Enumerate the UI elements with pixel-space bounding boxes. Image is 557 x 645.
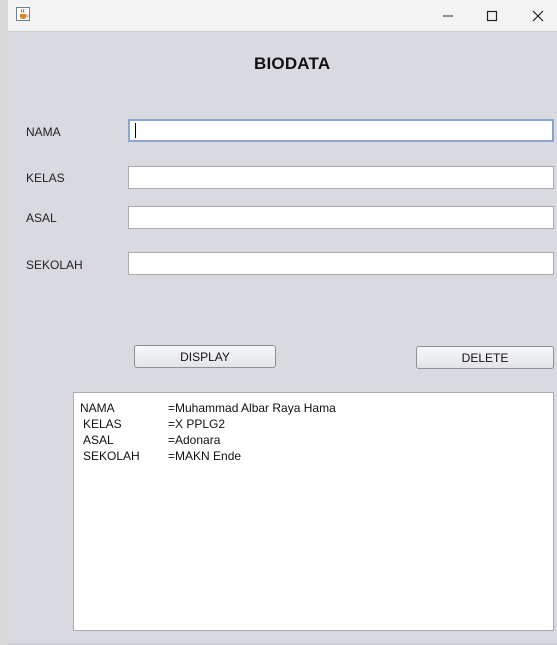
close-icon (532, 10, 544, 21)
output-value-asal: =Adonara (168, 433, 221, 447)
display-button[interactable]: DISPLAY (134, 345, 276, 368)
form-title: BIODATA (254, 54, 331, 73)
minimize-button[interactable] (425, 0, 471, 31)
output-text-area[interactable]: NAMA =Muhammad Albar Raya Hama KELAS =X … (73, 392, 554, 631)
nama-label: NAMA (26, 125, 61, 139)
output-key-nama: NAMA (80, 401, 115, 415)
asal-label: ASAL (26, 211, 57, 225)
maximize-button[interactable] (469, 0, 515, 31)
output-key-kelas: KELAS (83, 417, 122, 431)
sekolah-input[interactable] (128, 252, 554, 275)
output-value-kelas: =X PPLG2 (168, 417, 226, 431)
sekolah-label: SEKOLAH (26, 258, 83, 272)
background-window-edge (0, 0, 8, 645)
output-key-sekolah: SEKOLAH (83, 449, 140, 463)
text-caret (135, 123, 136, 138)
asal-input[interactable] (128, 206, 554, 229)
output-key-asal: ASAL (83, 433, 114, 447)
maximize-icon (486, 10, 498, 21)
nama-input[interactable] (128, 119, 554, 142)
output-value-nama: =Muhammad Albar Raya Hama (168, 401, 336, 415)
kelas-label: KELAS (26, 171, 65, 185)
close-button[interactable] (515, 0, 557, 31)
title-bar[interactable] (8, 0, 557, 32)
kelas-input[interactable] (128, 166, 554, 189)
output-value-sekolah: =MAKN Ende (168, 449, 242, 463)
delete-button[interactable]: DELETE (416, 346, 554, 369)
minimize-icon (443, 15, 453, 16)
app-window: BIODATA NAMA KELAS ASAL SEKOLAH DISPLAY … (0, 0, 557, 645)
java-cup-icon[interactable] (16, 7, 30, 21)
